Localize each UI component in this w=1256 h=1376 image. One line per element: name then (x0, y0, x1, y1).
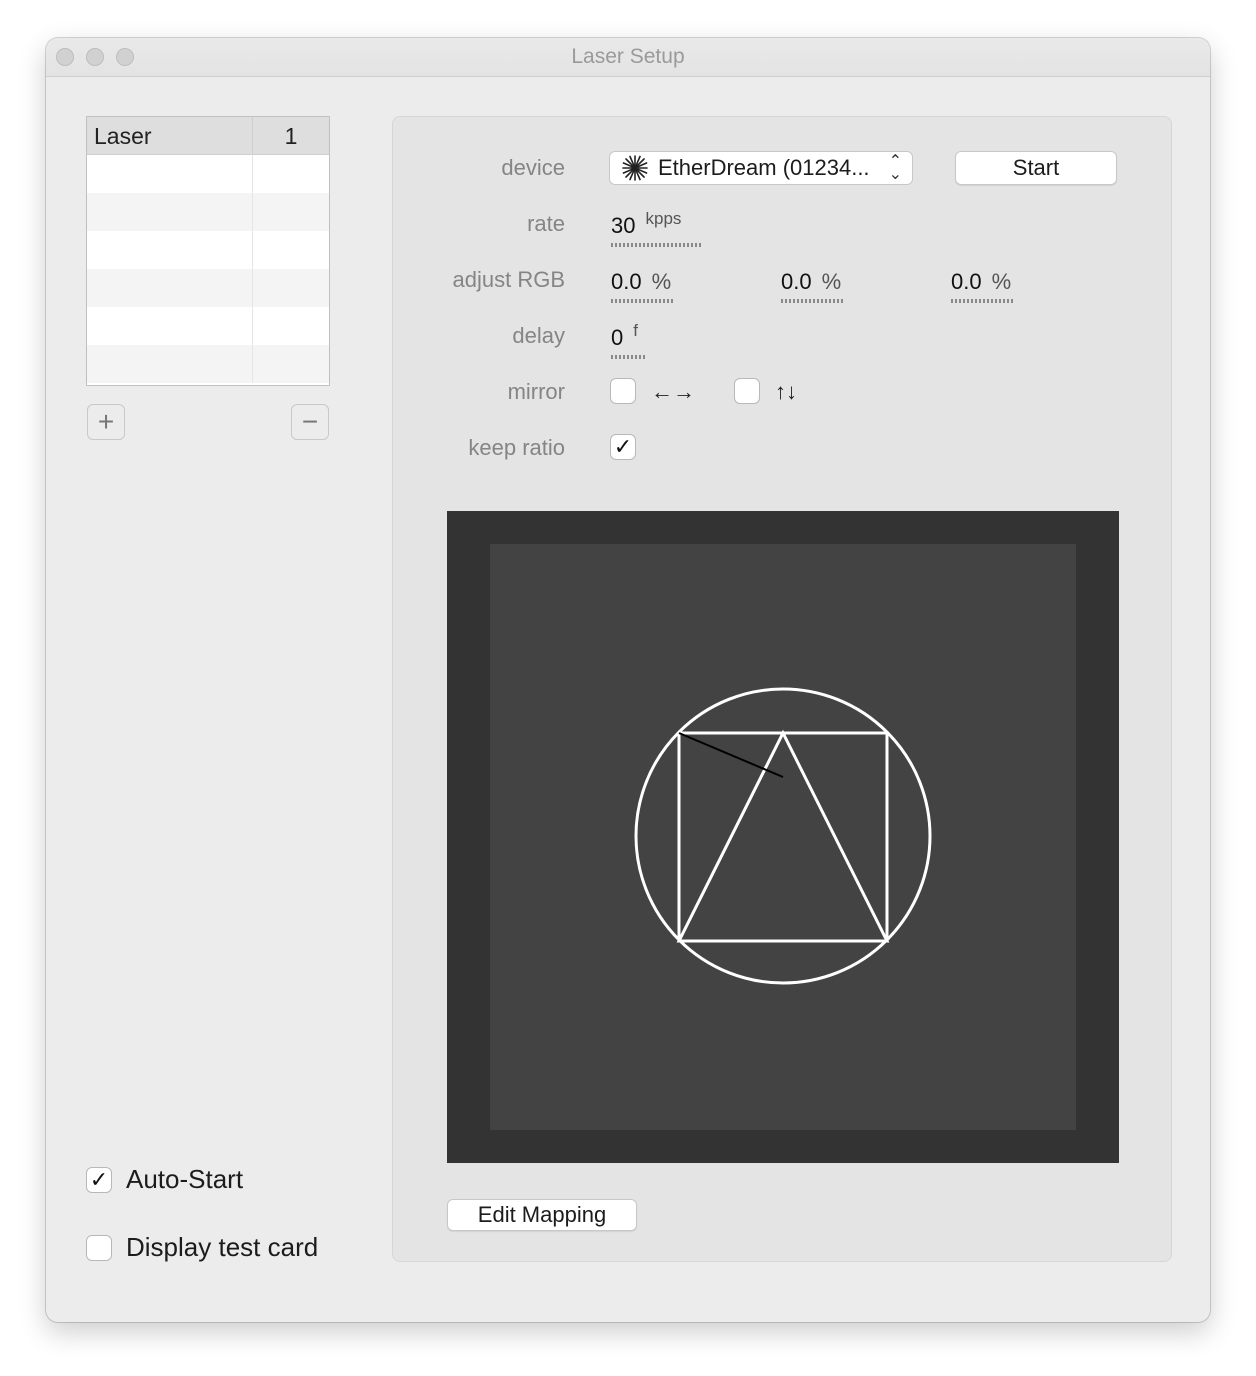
mirror-vertical-checkbox[interactable] (734, 378, 760, 404)
drag-indicator (951, 299, 1013, 303)
rate-label: rate (527, 211, 565, 236)
adjust-red-field[interactable]: 0.0 % (611, 269, 673, 303)
mirror-label: mirror (507, 379, 565, 404)
table-row[interactable] (87, 231, 329, 269)
adjust-green-unit: % (821, 269, 842, 294)
auto-start-label: Auto-Start (126, 1164, 244, 1194)
delay-label: delay (512, 323, 565, 348)
display-test-card-option[interactable]: Display test card (86, 1232, 318, 1263)
adjust-rgb-label: adjust RGB (452, 267, 566, 292)
title-bar[interactable]: Laser Setup (46, 38, 1210, 77)
rate-unit: kpps (645, 209, 682, 228)
delay-unit: f (633, 321, 638, 340)
table-row[interactable] (87, 307, 329, 345)
mirror-horizontal-checkbox[interactable] (610, 378, 636, 404)
start-button[interactable]: Start (955, 151, 1117, 185)
chevron-up-down-icon: ⌃ ⌄ (888, 153, 902, 183)
output-area (490, 544, 1076, 1130)
device-select[interactable]: EtherDream (01234... ⌃ ⌄ (609, 151, 913, 185)
adjust-red-value: 0.0 (611, 269, 642, 294)
rate-field[interactable]: 30 kpps (611, 209, 703, 247)
keep-ratio-label: keep ratio (468, 435, 565, 460)
adjust-green-field[interactable]: 0.0 % (781, 269, 843, 303)
table-row[interactable] (87, 155, 329, 193)
add-laser-button[interactable]: + (87, 404, 125, 440)
keep-ratio-checkbox[interactable]: ✓ (610, 434, 636, 460)
adjust-green-value: 0.0 (781, 269, 812, 294)
laser-burst-icon (622, 155, 648, 181)
window-title: Laser Setup (571, 45, 685, 68)
adjust-blue-field[interactable]: 0.0 % (951, 269, 1013, 303)
table-header: Laser 1 (87, 117, 329, 155)
rate-value: 30 (611, 213, 636, 238)
device-label: device (501, 155, 565, 180)
display-test-card-label: Display test card (126, 1232, 319, 1262)
column-header-laser[interactable]: Laser (87, 117, 253, 154)
auto-start-option[interactable]: ✓ Auto-Start (86, 1164, 243, 1195)
table-row[interactable] (87, 193, 329, 231)
laser-list-table[interactable]: Laser 1 (86, 116, 330, 386)
preview-canvas (490, 544, 1076, 1130)
delay-field[interactable]: 0 f (611, 321, 647, 359)
drag-indicator (611, 299, 673, 303)
column-header-number[interactable]: 1 (253, 117, 329, 154)
device-select-value: EtherDream (01234... (658, 155, 870, 180)
table-row[interactable] (87, 269, 329, 307)
adjust-blue-unit: % (991, 269, 1012, 294)
laser-preview[interactable] (447, 511, 1119, 1163)
delay-value: 0 (611, 325, 624, 350)
adjust-red-unit: % (651, 269, 672, 294)
mirror-horizontal-arrows: ←→ (651, 379, 695, 404)
table-row[interactable] (87, 345, 329, 383)
auto-start-checkbox[interactable]: ✓ (86, 1166, 112, 1193)
remove-laser-button[interactable]: − (291, 404, 329, 440)
drag-indicator (611, 355, 647, 359)
edit-mapping-button[interactable]: Edit Mapping (447, 1199, 637, 1231)
adjust-blue-value: 0.0 (951, 269, 982, 294)
laser-settings-panel: device EtherDream (01234... ⌃ ⌄ Start rat… (392, 116, 1172, 1262)
drag-indicator (611, 243, 703, 247)
display-test-card-checkbox[interactable] (86, 1234, 112, 1261)
mirror-vertical-arrows: ↑↓ (775, 379, 797, 404)
laser-setup-window: Laser Setup Laser 1 + − ✓ Auto-Start Dis… (46, 38, 1210, 1322)
drag-indicator (781, 299, 843, 303)
